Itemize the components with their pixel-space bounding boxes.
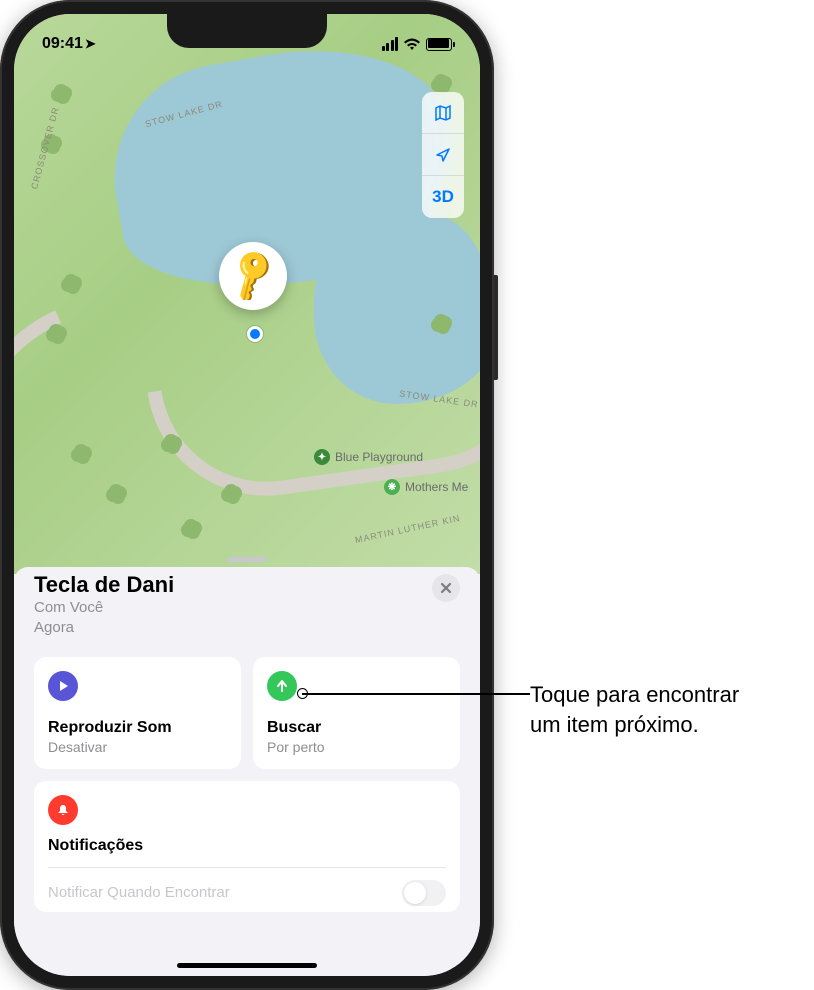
card-title: Buscar [267,719,446,737]
poi-label: Mothers Me [405,480,468,494]
user-location-dot [247,326,263,342]
notifications-card[interactable]: Notificações Notificar Quando Encontrar [34,781,460,912]
map-tree [434,314,448,328]
map-tree [434,74,448,88]
location-arrow-icon [435,147,451,163]
battery-icon [426,38,452,51]
arrow-up-icon [267,671,297,701]
notch [167,14,327,48]
road-label: MARTIN LUTHER KIN [354,513,461,545]
map-tree [224,484,238,498]
card-subtitle: Desativar [48,739,227,755]
item-status: Com Você [34,599,103,616]
poi-label: Blue Playground [335,450,423,464]
item-location-pin[interactable]: 🔑 [219,242,287,310]
sheet-grabber[interactable] [227,557,267,562]
wifi-icon [403,37,421,51]
callout-pointer-dot [297,688,308,699]
play-icon [48,671,78,701]
notify-toggle[interactable] [402,880,446,906]
map-tree [54,84,68,98]
map-tree [109,484,123,498]
map-mode-button[interactable] [422,92,464,134]
notify-when-found-label: Notificar Quando Encontrar [48,884,230,901]
location-icon: ➤ [85,36,96,52]
3d-toggle-button[interactable]: 3D [422,176,464,218]
annotation-callout: Toque para encontrar um item próximo. [530,680,739,739]
map-tree [64,274,78,288]
callout-text-line1: Toque para encontrar [530,682,739,707]
find-card[interactable]: Buscar Por perto [253,657,460,769]
card-subtitle: Por perto [267,739,446,755]
cell-signal-icon [382,37,399,51]
home-indicator[interactable] [177,963,317,968]
poi-blue-playground[interactable]: ✦ Blue Playground [314,449,423,465]
road-label: CROSSOVER DR [29,106,61,191]
card-title: Notificações [48,837,446,855]
map[interactable]: CROSSOVER DR STOW LAKE DR STOW LAKE DR M… [14,14,480,574]
map-controls: 3D [422,92,464,218]
map-tree [74,444,88,458]
park-icon: ❋ [384,479,400,495]
close-button[interactable] [432,574,460,602]
bell-icon [48,795,78,825]
map-tree [164,434,178,448]
key-icon: 🔑 [221,245,284,307]
map-tree [49,324,63,338]
locate-me-button[interactable] [422,134,464,176]
callout-text-line2: um item próximo. [530,712,699,737]
poi-mothers-meadow[interactable]: ❋ Mothers Me [384,479,468,495]
power-button [494,275,498,380]
item-last-seen: Agora [34,619,74,636]
close-icon [440,582,452,594]
screen: 09:41 ➤ [14,14,480,976]
card-title: Reproduzir Som [48,719,227,737]
playground-icon: ✦ [314,449,330,465]
item-title: Tecla de Dani [34,572,174,598]
map-tree [184,519,198,533]
map-icon [434,104,452,122]
phone-frame: 09:41 ➤ [0,0,494,990]
callout-pointer-line [302,693,530,695]
play-sound-card[interactable]: Reproduzir Som Desativar [34,657,241,769]
bottom-sheet: Tecla de Dani Com Você Agora Reproduzir … [14,567,480,976]
status-time: 09:41 [42,35,83,53]
